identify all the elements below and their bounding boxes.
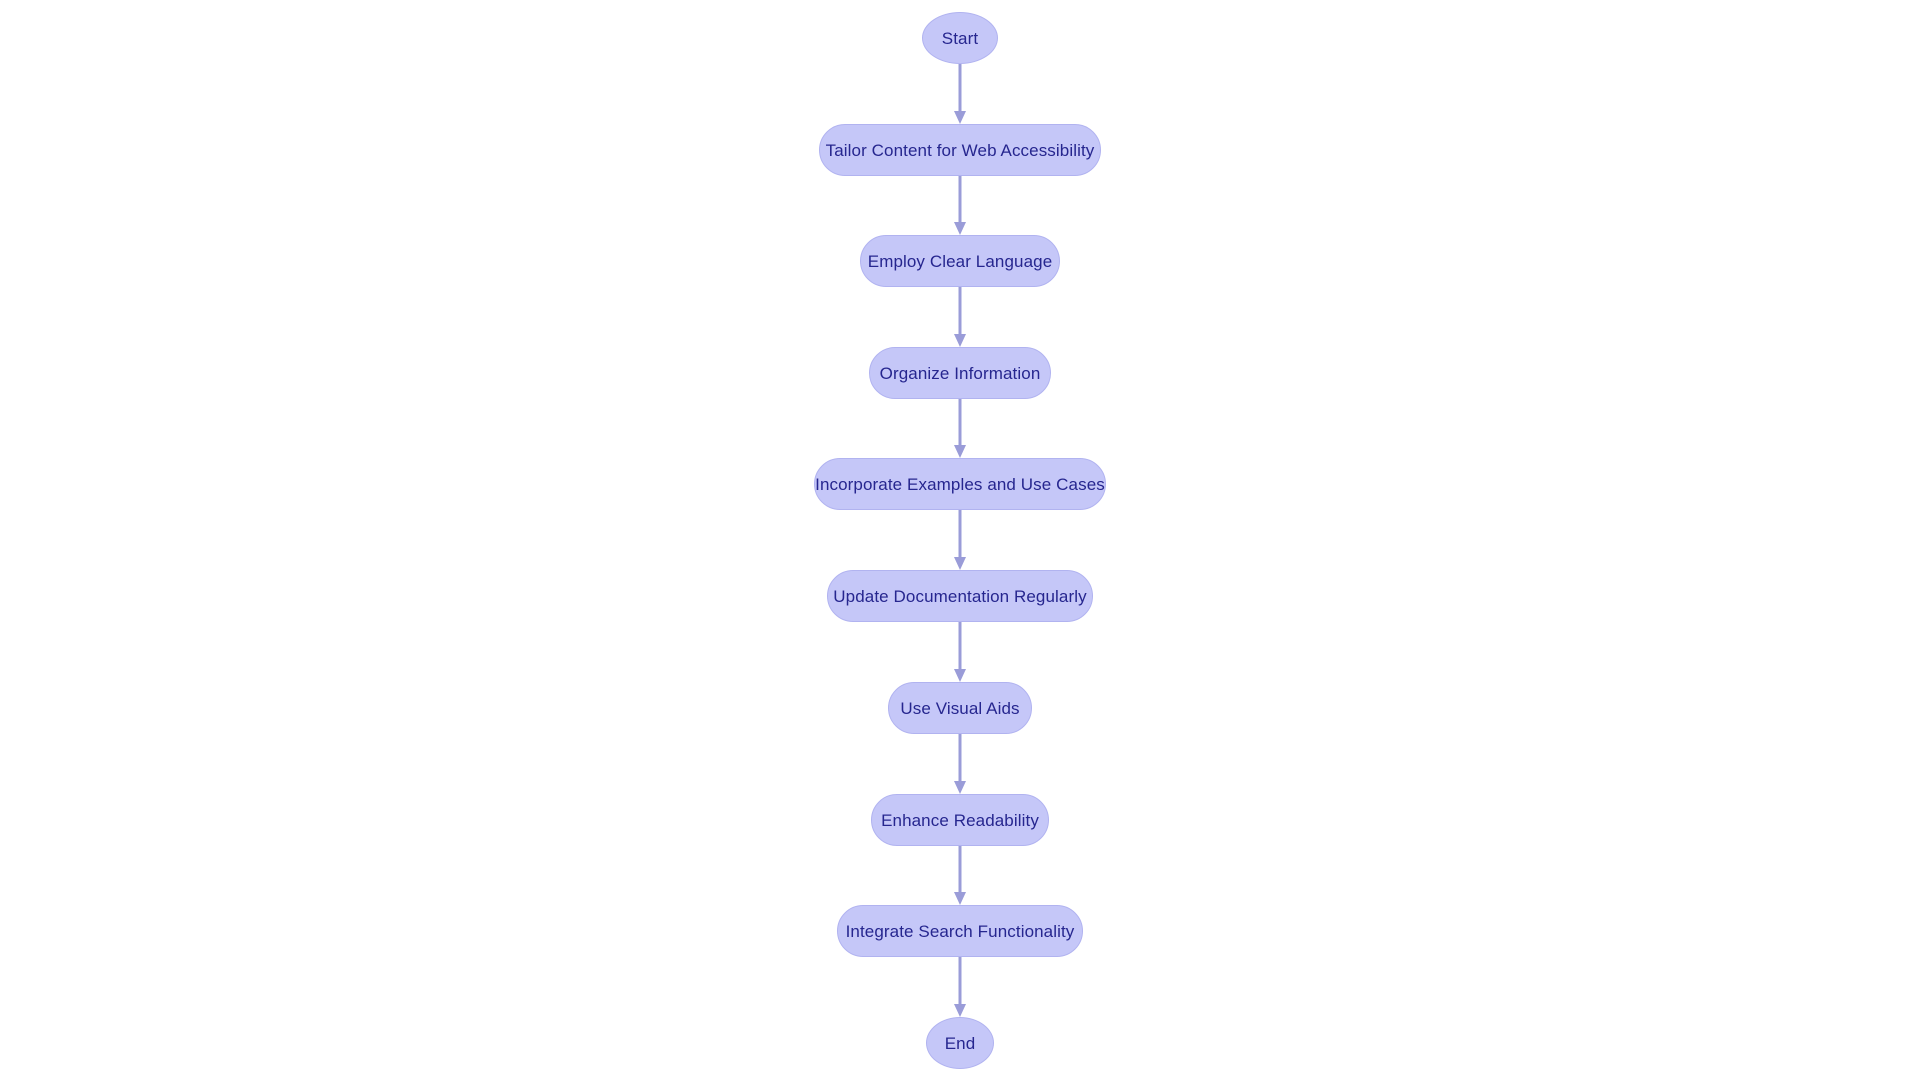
flow-node-update[interactable]: Update Documentation Regularly — [827, 570, 1093, 622]
flow-node-visualaids[interactable]: Use Visual Aids — [888, 682, 1032, 734]
flow-node-label: Organize Information — [879, 363, 1041, 383]
flowchart-node-layer: Start Tailor Content for Web Accessibilit… — [0, 0, 1920, 1080]
flow-node-label: Integrate Search Functionality — [845, 921, 1075, 941]
flowchart-canvas: Start Tailor Content for Web Accessibilit… — [0, 0, 1920, 1080]
flow-node-label: Incorporate Examples and Use Cases — [815, 474, 1105, 494]
flow-node-organize[interactable]: Organize Information — [869, 347, 1051, 399]
flow-node-label: Employ Clear Language — [867, 251, 1053, 271]
flow-node-label: Tailor Content for Web Accessibility — [825, 140, 1095, 160]
flow-node-end[interactable]: End — [926, 1017, 994, 1069]
flow-node-label: Use Visual Aids — [900, 698, 1020, 718]
flow-node-search[interactable]: Integrate Search Functionality — [837, 905, 1083, 957]
flow-node-language[interactable]: Employ Clear Language — [860, 235, 1060, 287]
flow-node-tailor[interactable]: Tailor Content for Web Accessibility — [819, 124, 1101, 176]
flow-node-label: End — [944, 1033, 976, 1053]
flow-node-examples[interactable]: Incorporate Examples and Use Cases — [814, 458, 1106, 510]
flow-node-readability[interactable]: Enhance Readability — [871, 794, 1049, 846]
flow-node-start[interactable]: Start — [922, 12, 998, 64]
flow-node-label: Update Documentation Regularly — [833, 586, 1087, 606]
flow-node-label: Start — [941, 28, 979, 48]
flow-node-label: Enhance Readability — [881, 810, 1039, 830]
